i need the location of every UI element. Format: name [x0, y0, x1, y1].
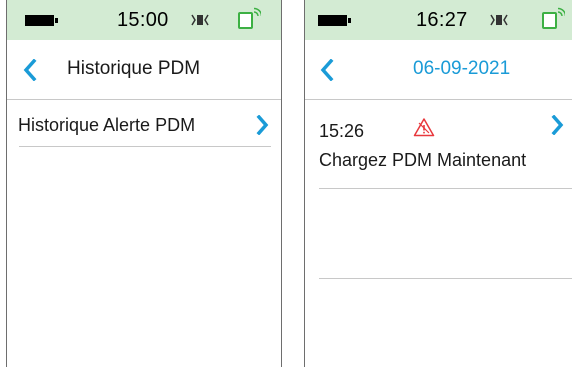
alert-message: Chargez PDM Maintenant [319, 150, 527, 170]
status-time: 15:00 [117, 9, 169, 31]
divider [319, 278, 572, 279]
chevron-left-icon[interactable] [320, 59, 334, 81]
list-item[interactable]: Historique Alerte PDM [7, 100, 281, 146]
chevron-left-icon[interactable] [23, 59, 37, 81]
signal-icon [542, 7, 565, 29]
chevron-right-icon[interactable] [551, 115, 564, 135]
list-item-label: Historique Alerte PDM [18, 115, 196, 135]
list-item[interactable]: 15:26 Chargez PDM Maintenant [305, 100, 572, 188]
nav-bar: Historique PDM [7, 40, 281, 100]
status-bar: 16:27 [305, 0, 572, 40]
nav-bar: 06-09-2021 [305, 40, 572, 100]
warning-triangle-icon [413, 118, 435, 137]
chevron-right-icon[interactable] [256, 115, 269, 135]
status-time: 16:27 [416, 9, 468, 31]
battery-icon [25, 15, 58, 26]
right-screen: 16:27 06-09-2021 15:26 Chargez PDM Maint… [304, 0, 572, 367]
vibrate-icon [490, 14, 508, 26]
left-screen: 15:00 Historique PDM Historique Alerte P… [6, 0, 282, 367]
vibrate-icon [191, 14, 209, 26]
status-bar: 15:00 [7, 0, 281, 40]
page-title: 06-09-2021 [413, 58, 511, 79]
signal-icon [238, 7, 261, 29]
page-title: Historique PDM [67, 58, 201, 79]
battery-icon [318, 15, 351, 26]
divider [319, 188, 572, 189]
divider [19, 146, 271, 147]
alert-time: 15:26 [319, 121, 365, 141]
